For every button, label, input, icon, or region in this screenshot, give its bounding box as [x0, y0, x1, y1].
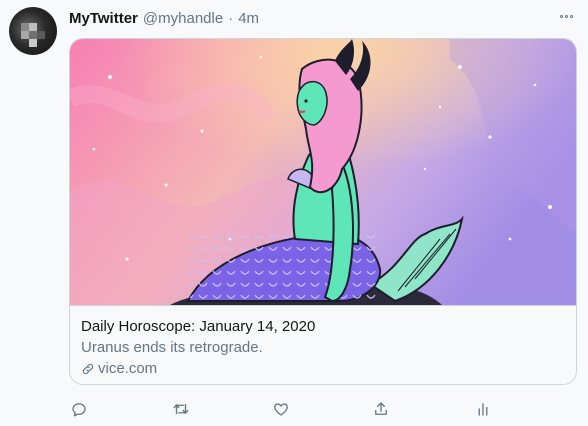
display-name[interactable]: MyTwitter: [69, 10, 138, 27]
link-icon: [82, 363, 94, 374]
reply-button[interactable]: [66, 396, 92, 422]
user-handle[interactable]: @myhandle: [143, 10, 223, 27]
link-card[interactable]: Daily Horoscope: January 14, 2020 Uranus…: [69, 38, 577, 385]
more-icon[interactable]: [555, 8, 577, 24]
like-icon: [274, 403, 288, 416]
card-link[interactable]: vice.com: [81, 360, 157, 377]
card-title: Daily Horoscope: January 14, 2020: [81, 318, 316, 335]
card-domain[interactable]: vice.com: [98, 360, 157, 377]
reply-icon: [72, 403, 86, 417]
share-button[interactable]: [368, 396, 394, 422]
card-description: Uranus ends its retrograde.: [81, 339, 263, 356]
card-image: [70, 39, 576, 305]
like-button[interactable]: [268, 396, 294, 422]
action-bar: [0, 396, 588, 422]
analytics-icon: [478, 403, 488, 416]
avatar[interactable]: [9, 7, 57, 55]
tweet-header: MyTwitter @myhandle · 4m: [69, 8, 259, 28]
tweet[interactable]: MyTwitter @myhandle · 4m Daily Horoscope…: [0, 0, 588, 426]
card-body: Daily Horoscope: January 14, 2020 Uranus…: [70, 305, 576, 384]
retweet-button[interactable]: [168, 396, 194, 422]
share-icon: [375, 402, 387, 415]
retweet-icon: [173, 403, 189, 415]
analytics-button[interactable]: [470, 396, 496, 422]
timestamp[interactable]: 4m: [238, 10, 259, 27]
separator-dot: ·: [228, 9, 234, 27]
